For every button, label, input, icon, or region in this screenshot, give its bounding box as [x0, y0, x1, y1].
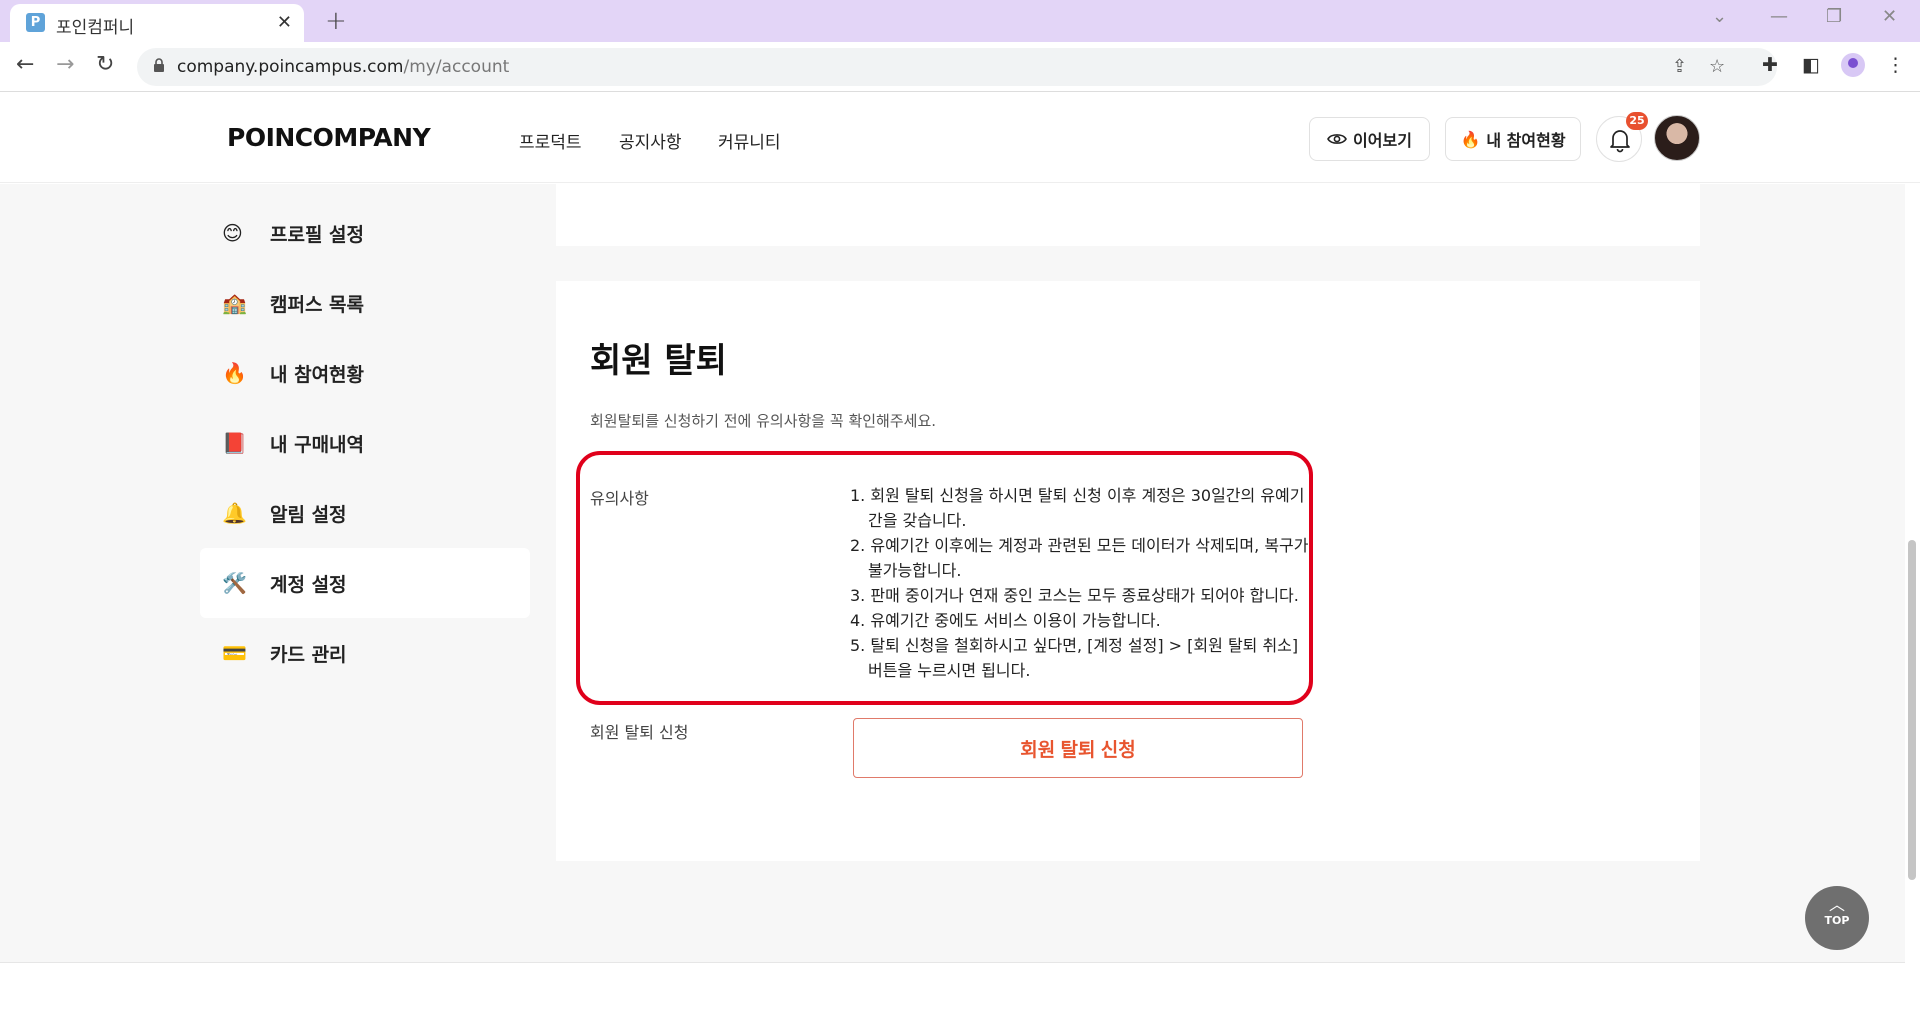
list-item: 4. 유예기간 중에도 서비스 이용이 가능합니다.: [850, 611, 1161, 630]
scrollbar-thumb[interactable]: [1908, 540, 1916, 880]
restore-button[interactable]: ❐: [1826, 6, 1842, 27]
withdrawal-card: 회원 탈퇴 회원탈퇴를 신청하기 전에 유의사항을 꼭 확인해주세요. 유의사항…: [556, 281, 1700, 861]
school-icon: 🏫: [222, 291, 247, 315]
avatar[interactable]: [1654, 115, 1700, 161]
sidebar-item-notifications[interactable]: 🔔 알림 설정: [200, 478, 530, 548]
continue-watching-label: 이어보기: [1353, 131, 1412, 150]
close-icon[interactable]: ✕: [277, 12, 292, 33]
nav-products[interactable]: 프로덕트: [519, 128, 582, 153]
notice-label: 유의사항: [590, 489, 649, 508]
site-logo[interactable]: POINCOMPANY: [227, 123, 431, 152]
browser-toolbar: ← → ↻ company.poincampus.com/my/account …: [0, 42, 1920, 92]
sidebar-item-label: 알림 설정: [270, 503, 347, 526]
sidebar-item-purchases[interactable]: 📕 내 구매내역: [200, 408, 530, 478]
bookmark-star-icon[interactable]: ☆: [1709, 56, 1725, 77]
sidebar-item-participation[interactable]: 🔥 내 참여현황: [200, 338, 530, 408]
my-participation-button[interactable]: 🔥 내 참여현황: [1445, 117, 1581, 161]
list-item: 3. 판매 중이거나 연재 중인 코스는 모두 종료상태가 되어야 합니다.: [850, 586, 1299, 605]
credit-card-icon: 💳: [222, 641, 247, 665]
sidebar-item-label: 계정 설정: [270, 573, 347, 596]
top-label: TOP: [1824, 914, 1850, 927]
back-icon[interactable]: ←: [16, 52, 34, 77]
book-icon: 📕: [222, 431, 247, 455]
forward-icon[interactable]: →: [56, 52, 74, 77]
withdrawal-subtitle: 회원탈퇴를 신청하기 전에 유의사항을 꼭 확인해주세요.: [590, 412, 937, 430]
side-panel-icon[interactable]: ◧: [1802, 54, 1820, 76]
withdraw-request-label: 회원 탈퇴 신청: [590, 723, 689, 742]
url-host: company.poincampus.com: [177, 57, 404, 77]
sidebar-item-account[interactable]: 🛠️ 계정 설정: [200, 548, 530, 618]
notification-badge: 25: [1626, 112, 1648, 130]
divider: [0, 962, 1905, 963]
continue-watching-button[interactable]: 이어보기: [1309, 117, 1430, 161]
tab-title: 포인컴퍼니: [56, 18, 135, 38]
favicon-icon: P: [26, 13, 45, 32]
previous-section-card: [556, 184, 1700, 246]
tab-search-icon[interactable]: ⌄: [1712, 6, 1727, 27]
bell-icon: 🔔: [222, 501, 247, 525]
sidebar-item-label: 프로필 설정: [270, 223, 365, 246]
share-icon[interactable]: ⇪: [1672, 56, 1687, 77]
sidebar-item-cards[interactable]: 💳 카드 관리: [200, 618, 530, 688]
lock-icon: [154, 58, 164, 72]
nav-community[interactable]: 커뮤니티: [718, 128, 781, 153]
profile-icon[interactable]: [1841, 53, 1865, 77]
nav-notices[interactable]: 공지사항: [619, 128, 682, 153]
extensions-icon[interactable]: ✚: [1762, 54, 1778, 76]
list-item: 2. 유예기간 이후에는 계정과 관련된 모든 데이터가 삭제되며, 복구가 불…: [850, 536, 1309, 580]
url-path: /my/account: [403, 57, 510, 77]
sidebar-item-label: 카드 관리: [270, 643, 347, 666]
site-header: POINCOMPANY 프로덕트 공지사항 커뮤니티 이어보기 🔥 내 참여현황…: [0, 93, 1920, 183]
fire-icon: 🔥: [1460, 129, 1481, 149]
tools-icon: 🛠️: [222, 571, 247, 595]
chevron-up-icon: ︿: [1828, 895, 1845, 914]
page-title: 회원 탈퇴: [590, 341, 727, 381]
sidebar-item-campus[interactable]: 🏫 캠퍼스 목록: [200, 268, 530, 338]
browser-tab[interactable]: P 포인컴퍼니 ✕: [10, 4, 304, 42]
window-close-button[interactable]: ✕: [1882, 6, 1897, 27]
sidebar-item-profile[interactable]: 😊 프로필 설정: [200, 198, 530, 268]
menu-icon[interactable]: ⋮: [1886, 54, 1905, 76]
withdraw-request-button[interactable]: 회원 탈퇴 신청: [853, 718, 1303, 778]
my-participation-label: 내 참여현황: [1486, 131, 1566, 150]
sidebar-item-label: 캠퍼스 목록: [270, 293, 365, 316]
list-item: 1. 회원 탈퇴 신청을 하시면 탈퇴 신청 이후 계정은 30일간의 유예기간…: [850, 486, 1305, 530]
eye-icon: [1327, 134, 1347, 144]
smile-icon: 😊: [222, 221, 243, 245]
list-item: 5. 탈퇴 신청을 철회하시고 싶다면, [계정 설정] > [회원 탈퇴 취소…: [850, 636, 1299, 680]
sidebar-item-label: 내 참여현황: [270, 363, 365, 386]
fire-icon: 🔥: [222, 361, 247, 385]
browser-tab-strip: P 포인컴퍼니 ✕ + ⌄ — ❐ ✕: [0, 0, 1920, 42]
new-tab-button[interactable]: +: [325, 6, 347, 36]
scroll-to-top-button[interactable]: ︿ TOP: [1805, 886, 1869, 950]
sidebar-item-label: 내 구매내역: [270, 433, 365, 456]
notice-list: 1. 회원 탈퇴 신청을 하시면 탈퇴 신청 이후 계정은 30일간의 유예기간…: [850, 483, 1310, 683]
reload-icon[interactable]: ↻: [96, 52, 114, 77]
minimize-button[interactable]: —: [1770, 6, 1788, 27]
url-text: company.poincampus.com/my/account: [177, 57, 509, 77]
address-bar[interactable]: company.poincampus.com/my/account ⇪ ☆: [137, 48, 1777, 86]
